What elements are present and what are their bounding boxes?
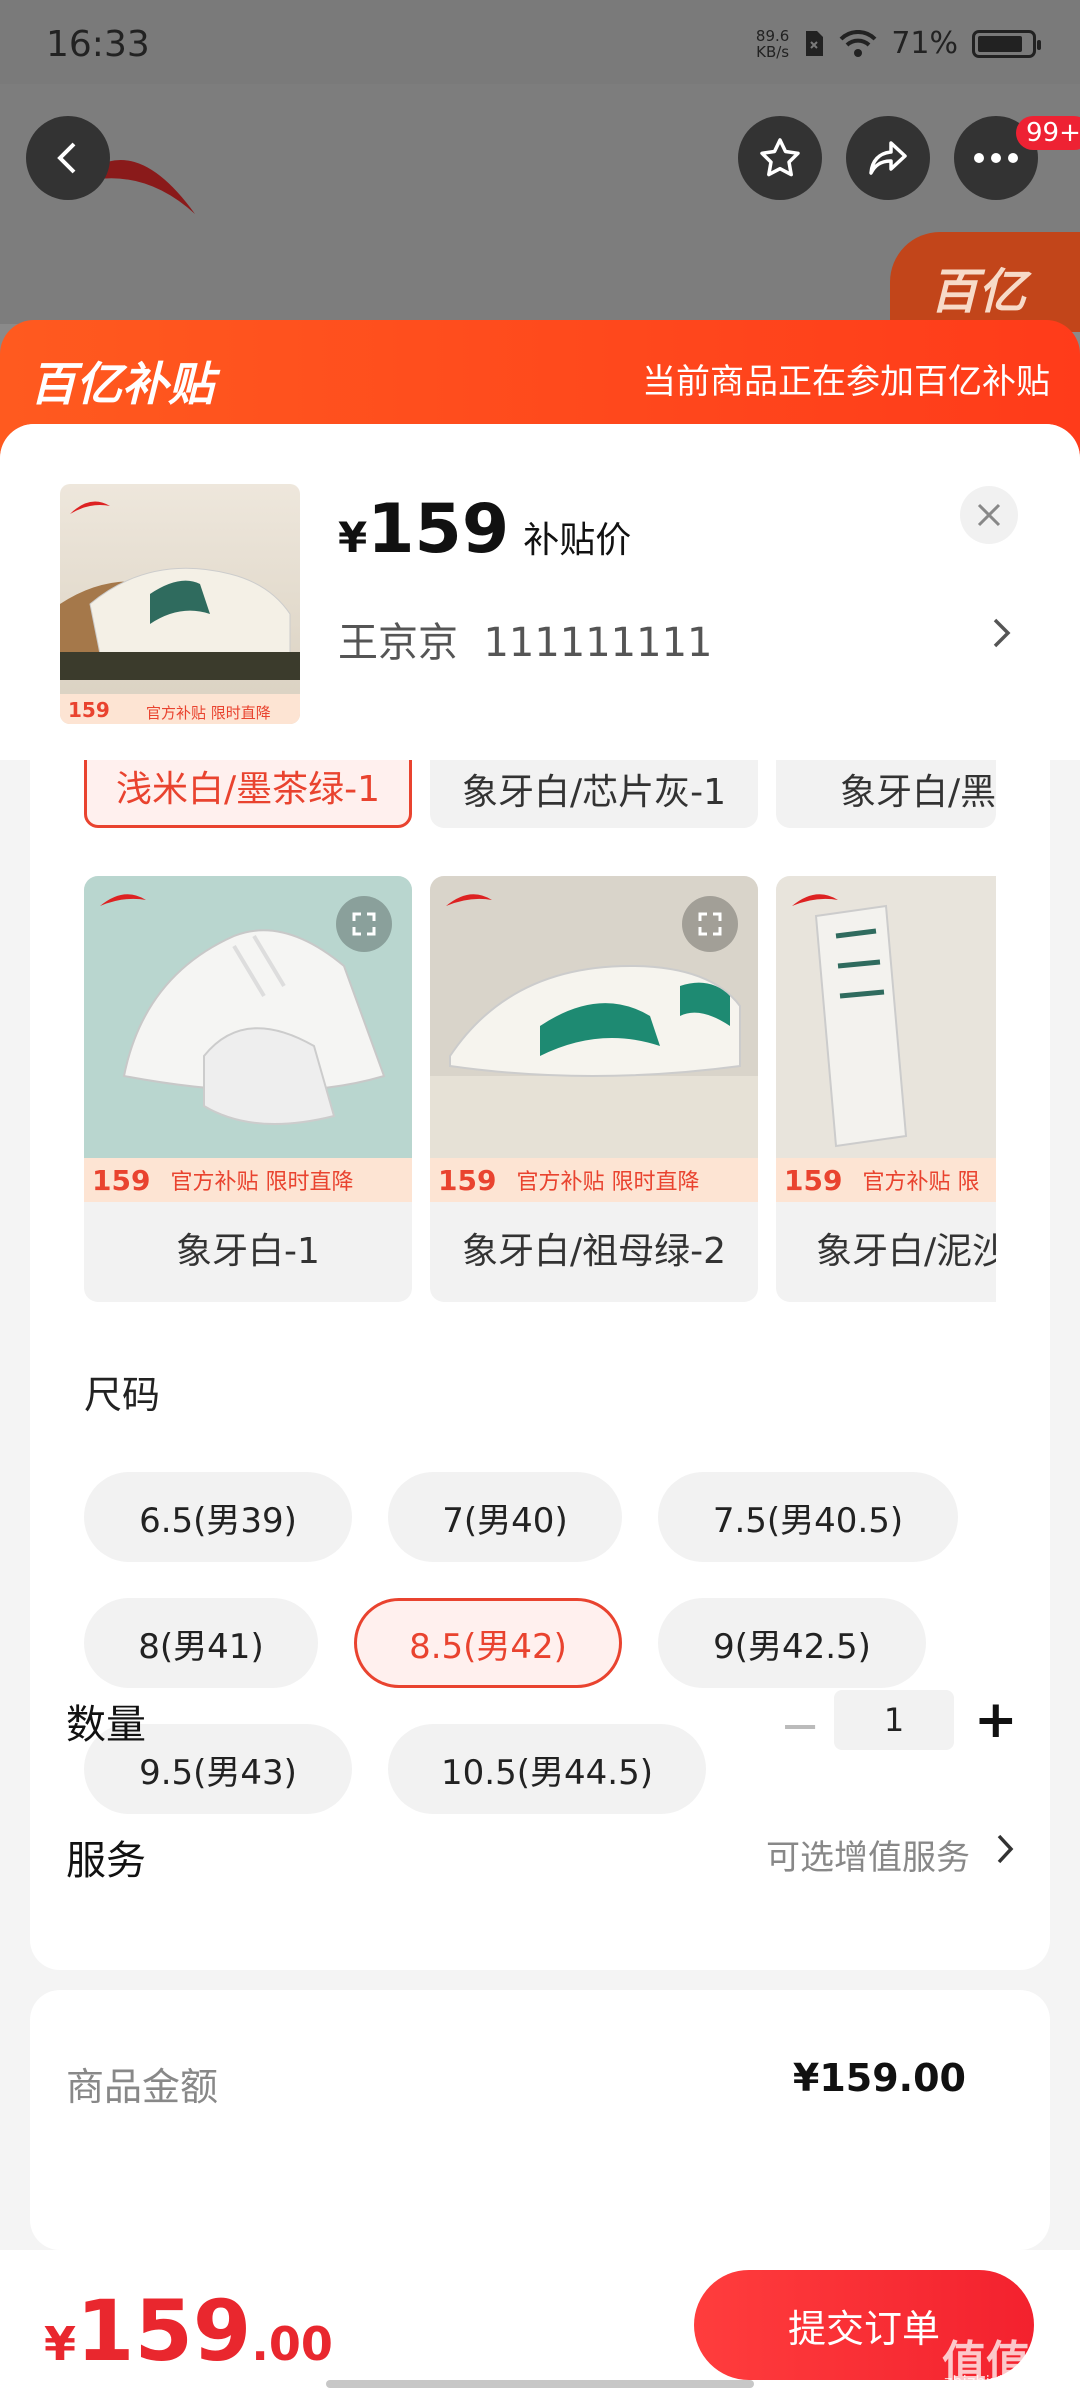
variant-image: 159 官方补贴 限时直降 — [84, 876, 412, 1202]
shoe-image-icon — [60, 501, 300, 724]
total-price: ¥159.00 — [44, 2282, 333, 2380]
expand-icon — [698, 912, 722, 936]
product-thumbnail: 159 官方补贴 限时直降 — [60, 484, 300, 724]
sim-icon — [806, 30, 824, 56]
expand-button[interactable] — [682, 896, 738, 952]
back-arrow-icon — [57, 142, 76, 174]
more-dots-icon — [974, 153, 1018, 163]
subsidy-logo: 百亿补贴 — [30, 357, 214, 411]
options-card: 浅米白/墨茶绿-1 象牙白/芯片灰-1 象牙白/黑 159 官方补贴 限时直降 象… — [30, 760, 1050, 1970]
variant-label: 象牙白/祖母绿-2 — [461, 1231, 727, 1272]
address-phone: 111111111 — [483, 620, 713, 666]
color-option[interactable]: 象牙白/芯片灰-1 — [430, 760, 758, 828]
price-value: 159 — [367, 490, 510, 569]
product-price: ¥159 补贴价 — [338, 490, 631, 569]
status-icons: 89.6 KB/s 71% — [755, 26, 1041, 61]
size-title: 尺码 — [84, 1373, 161, 1417]
net-speed: 89.6 KB/s — [755, 26, 790, 61]
home-indicator[interactable] — [326, 2380, 754, 2388]
color-option-card[interactable]: 159 官方补贴 限 象牙白/泥沙芯片灰- — [776, 876, 996, 1302]
band-price: 159 — [92, 1163, 151, 1197]
size-option[interactable]: 7.5(男40.5) — [658, 1472, 958, 1562]
price-currency: ¥ — [338, 513, 368, 562]
total-decimal: .00 — [251, 2317, 333, 2371]
variant-image: 159 官方补贴 限 — [776, 876, 996, 1202]
band-text: 官方补贴 限 — [862, 1170, 980, 1195]
size-option[interactable]: 7(男40) — [388, 1472, 622, 1562]
quantity-title: 数量 — [66, 1702, 146, 1748]
color-option-card[interactable]: 159 官方补贴 限时直降 象牙白-1 — [84, 876, 412, 1302]
amount-card: 商品金额 ¥159.00 — [30, 1990, 1050, 2250]
total-currency: ¥ — [44, 2317, 77, 2371]
quantity-increase-button[interactable]: + — [974, 1690, 1018, 1750]
quantity-decrease-button[interactable]: − — [780, 1698, 820, 1754]
close-icon — [977, 503, 1001, 527]
star-icon — [760, 138, 800, 177]
band-text: 官方补贴 限时直降 — [516, 1170, 700, 1195]
subsidy-notice: 当前商品正在参加百亿补贴 — [642, 362, 1050, 402]
address-selector[interactable]: 王京京 111111111 — [338, 610, 712, 668]
shoe-image-icon — [792, 894, 908, 1148]
variant-label: 象牙白-1 — [176, 1231, 320, 1272]
size-option[interactable]: 8(男41) — [84, 1598, 318, 1688]
product-header: 159 官方补贴 限时直降 ¥159 补贴价 王京京 111111111 — [0, 424, 1080, 760]
band-price: 159 — [438, 1163, 497, 1197]
notification-badge: 99+ — [1016, 116, 1080, 150]
battery-icon — [972, 29, 1041, 58]
color-row-partial: 浅米白/墨茶绿-1 象牙白/芯片灰-1 象牙白/黑 — [84, 760, 996, 828]
service-title: 服务 — [66, 1838, 146, 1884]
color-row: 159 官方补贴 限时直降 象牙白-1 159 官方补贴 限时直降 象牙白/祖母… — [84, 876, 996, 1302]
favorite-button[interactable] — [738, 116, 822, 200]
size-option[interactable]: 9(男42.5) — [658, 1598, 926, 1688]
amount-label: 商品金额 — [66, 2065, 219, 2109]
price-label: 补贴价 — [523, 520, 632, 561]
color-option-selected[interactable]: 浅米白/墨茶绿-1 — [84, 760, 412, 828]
variant-image: 159 官方补贴 限时直降 — [430, 876, 758, 1202]
size-option[interactable]: 10.5(男44.5) — [388, 1724, 706, 1814]
sku-sheet: 159 官方补贴 限时直降 ¥159 补贴价 王京京 111111111 浅米白/… — [0, 424, 1080, 2400]
watermark-url: zhizhizhi.com — [944, 2372, 1053, 2391]
chevron-right-icon[interactable] — [994, 1832, 1016, 1866]
price-band: 159 官方补贴 限时直降 — [84, 1158, 412, 1202]
expand-icon — [352, 912, 376, 936]
share-button[interactable] — [846, 116, 930, 200]
thumb-band-text: 官方补贴 限时直降 — [146, 704, 271, 722]
quantity-input[interactable]: 1 — [834, 1690, 954, 1750]
expand-button[interactable] — [336, 896, 392, 952]
price-band: 159 官方补贴 限 — [776, 1158, 996, 1202]
total-integer: 159 — [76, 2282, 252, 2380]
service-hint[interactable]: 可选增值服务 — [766, 1830, 970, 1879]
band-price: 159 — [784, 1163, 843, 1197]
close-button[interactable] — [960, 486, 1018, 544]
thumb-band-price: 159 — [68, 698, 110, 722]
color-option[interactable]: 象牙白/黑 — [776, 760, 996, 828]
checkout-footer: ¥159.00 提交订单 — [0, 2250, 1080, 2400]
share-icon — [869, 141, 907, 175]
size-option-selected[interactable]: 8.5(男42) — [354, 1598, 622, 1688]
status-bar: 16:33 89.6 KB/s 71% — [0, 0, 1080, 84]
chevron-right-icon[interactable] — [990, 616, 1014, 650]
wifi-icon — [839, 29, 877, 57]
variant-label: 象牙白/泥沙芯片灰- — [816, 1231, 996, 1272]
battery-percent: 71% — [891, 26, 958, 61]
band-text: 官方补贴 限时直降 — [170, 1170, 354, 1195]
status-time: 16:33 — [46, 24, 150, 65]
back-button[interactable] — [26, 116, 110, 200]
color-option-card[interactable]: 159 官方补贴 限时直降 象牙白/祖母绿-2 — [430, 876, 758, 1302]
address-name: 王京京 — [338, 620, 458, 666]
price-band: 159 官方补贴 限时直降 — [430, 1158, 758, 1202]
subsidy-tag: 百亿 — [890, 232, 1080, 332]
amount-value: ¥159.00 — [792, 2056, 966, 2100]
size-option[interactable]: 6.5(男39) — [84, 1472, 352, 1562]
